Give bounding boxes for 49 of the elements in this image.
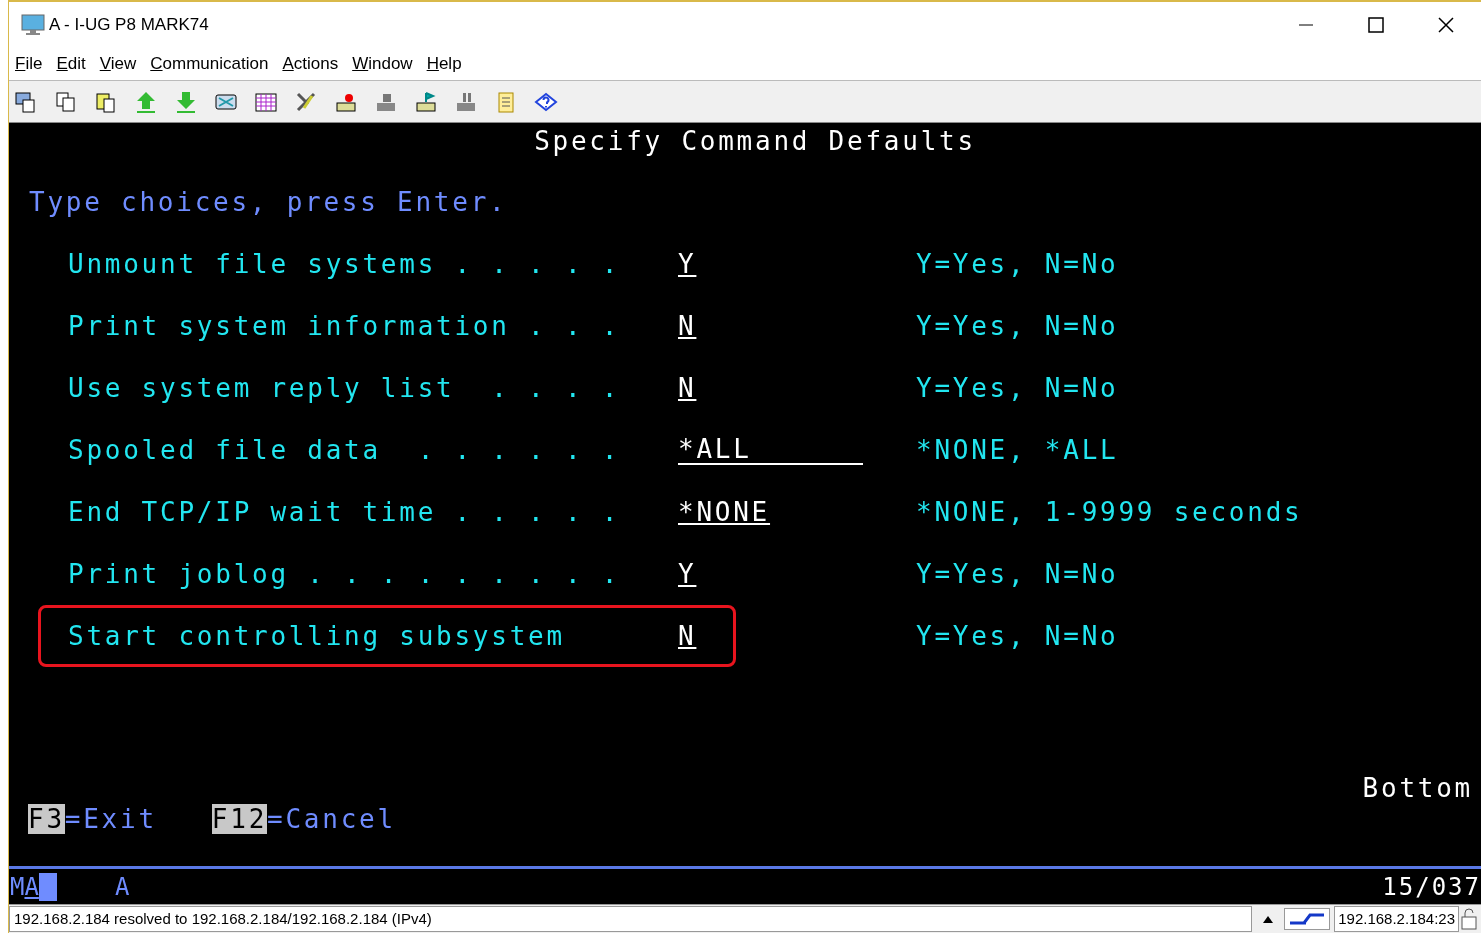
instruction-text: Type choices, press Enter. bbox=[29, 187, 508, 217]
field-hint: Y=Yes, N=No bbox=[916, 373, 1119, 403]
connection-icon bbox=[1284, 908, 1331, 930]
field-hint: Y=Yes, N=No bbox=[916, 621, 1119, 651]
function-key[interactable]: F3 bbox=[28, 804, 65, 834]
input-field[interactable]: Y bbox=[678, 249, 697, 279]
screen-title: Specify Command Defaults bbox=[533, 125, 977, 158]
screen-copy-icon[interactable] bbox=[14, 89, 38, 114]
input-field[interactable]: *NONE bbox=[678, 497, 771, 527]
status-message: 192.168.2.184 resolved to 192.168.2.184/192.168.2.184 (IPv4) bbox=[9, 906, 1253, 932]
host-address: 192.168.2.184:23 bbox=[1334, 906, 1459, 932]
input-field[interactable]: N bbox=[678, 311, 697, 341]
menu-item[interactable]: File bbox=[15, 54, 43, 74]
function-key-action: =Cancel bbox=[267, 804, 396, 834]
input-field[interactable]: *ALL bbox=[678, 435, 863, 465]
field-label: Unmount file systems . . . . . bbox=[68, 249, 622, 279]
field-label: Spooled file data . . . . . . bbox=[68, 435, 622, 465]
position-label: Bottom bbox=[1362, 773, 1473, 803]
maximize-icon[interactable] bbox=[1368, 17, 1384, 33]
menu-item[interactable]: Help bbox=[426, 54, 462, 74]
input-field[interactable]: Y bbox=[678, 559, 697, 589]
window-title: A - I-UG P8 MARK74 bbox=[49, 15, 210, 35]
function-key-action: =Exit bbox=[64, 804, 157, 834]
flag-device-icon[interactable] bbox=[414, 89, 438, 114]
field-hint: Y=Yes, N=No bbox=[916, 559, 1119, 589]
cursor-block bbox=[38, 872, 57, 901]
up-arrow-icon[interactable] bbox=[1262, 914, 1275, 924]
session-indicator: A bbox=[114, 872, 131, 901]
menu-item[interactable]: View bbox=[99, 54, 137, 74]
menu-item[interactable]: Actions bbox=[282, 54, 339, 74]
field-hint: *NONE, *ALL bbox=[916, 435, 1119, 465]
field-label: Start controlling subsystem bbox=[68, 621, 566, 651]
input-field[interactable]: N bbox=[678, 621, 697, 651]
cursor-position: 15/037 bbox=[1382, 872, 1481, 901]
copy-icon[interactable] bbox=[54, 89, 78, 114]
field-hint: *NONE, 1-9999 seconds bbox=[916, 497, 1303, 527]
mode-indicator: MA bbox=[10, 872, 39, 901]
menu-item[interactable]: Window bbox=[352, 54, 413, 74]
menu-item[interactable]: Communication bbox=[150, 54, 269, 74]
field-label: Print system information . . . bbox=[68, 311, 622, 341]
field-label: Print joblog . . . . . . . . . bbox=[68, 559, 622, 589]
menu-item[interactable]: Edit bbox=[56, 54, 86, 74]
field-label: End TCP/IP wait time . . . . . bbox=[68, 497, 622, 527]
function-key[interactable]: F12 bbox=[211, 804, 268, 834]
input-field[interactable]: N bbox=[678, 373, 697, 403]
close-icon[interactable] bbox=[1438, 17, 1454, 33]
field-hint: Y=Yes, N=No bbox=[916, 311, 1119, 341]
field-hint: Y=Yes, N=No bbox=[916, 249, 1119, 279]
field-label: Use system reply list . . . . bbox=[68, 373, 622, 403]
